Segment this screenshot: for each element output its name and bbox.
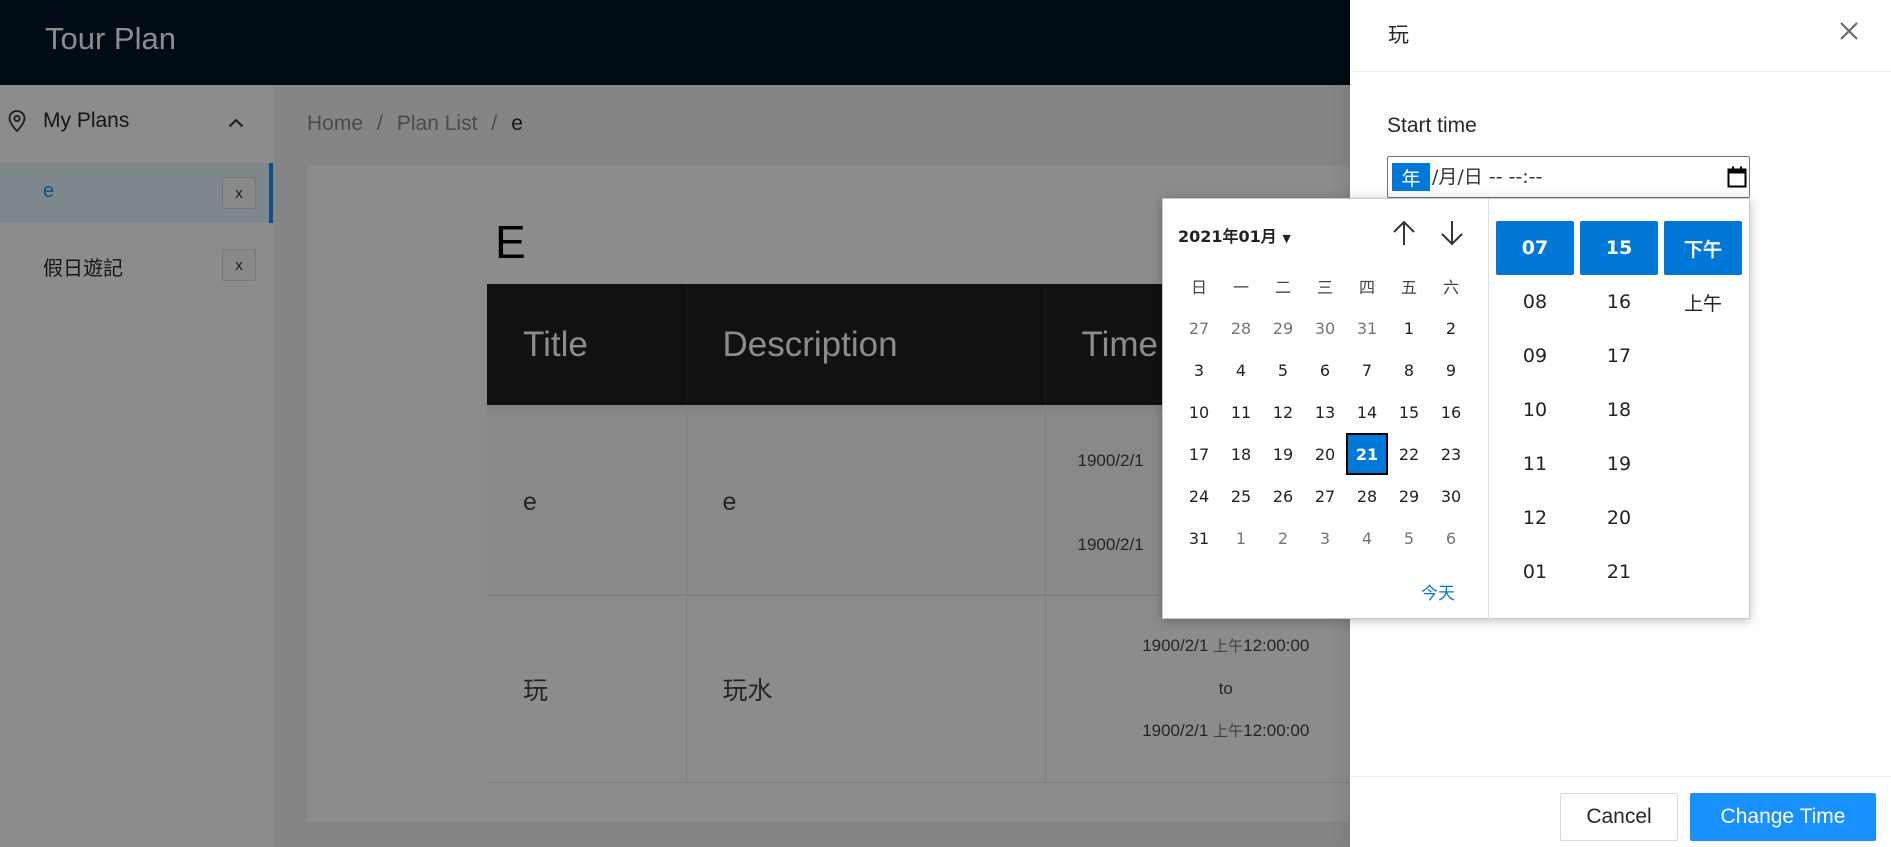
hour-option[interactable]: 12 — [1496, 491, 1574, 545]
hour-column[interactable]: 07 08 09 10 11 12 01 — [1496, 221, 1574, 599]
minute-option-selected[interactable]: 15 — [1580, 221, 1658, 275]
cancel-button[interactable]: Cancel — [1560, 793, 1678, 841]
calendar-day[interactable]: 28 — [1346, 475, 1388, 517]
calendar-day[interactable]: 24 — [1178, 475, 1220, 517]
calendar-day[interactable]: 15 — [1388, 391, 1430, 433]
year-segment[interactable]: 年 — [1392, 163, 1430, 191]
calendar-day[interactable]: 6 — [1430, 517, 1472, 559]
calendar-day[interactable]: 19 — [1262, 433, 1304, 475]
period-option[interactable]: 上午 — [1664, 275, 1742, 329]
weekday-label: 四 — [1358, 278, 1375, 297]
calendar-day[interactable]: 26 — [1262, 475, 1304, 517]
drawer-header: 玩 — [1350, 0, 1891, 72]
datetime-picker-popup: 2021年01月 ▼ 日 一 二 三 四 五 六 27 28 29 30 31 … — [1162, 198, 1750, 620]
calendar-day[interactable]: 22 — [1388, 433, 1430, 475]
calendar-icon[interactable] — [1727, 166, 1747, 193]
today-button[interactable]: 今天 — [1421, 579, 1455, 604]
minute-option[interactable]: 17 — [1580, 329, 1658, 383]
calendar-day[interactable]: 18 — [1220, 433, 1262, 475]
arrow-up-icon[interactable] — [1391, 219, 1417, 251]
weekday-label: 五 — [1400, 278, 1417, 297]
minute-option[interactable]: 19 — [1580, 437, 1658, 491]
period-option-selected[interactable]: 下午 — [1664, 221, 1742, 275]
drawer-footer: Cancel Change Time — [1350, 776, 1891, 847]
calendar-day[interactable]: 10 — [1178, 391, 1220, 433]
close-icon[interactable] — [1838, 20, 1860, 47]
weekday-label: 日 — [1190, 278, 1207, 297]
weekday-label: 一 — [1232, 278, 1249, 297]
calendar-day[interactable]: 9 — [1430, 349, 1472, 391]
calendar-day[interactable]: 23 — [1430, 433, 1472, 475]
calendar-day[interactable]: 28 — [1220, 307, 1262, 349]
calendar-day[interactable]: 30 — [1304, 307, 1346, 349]
hour-option[interactable]: 09 — [1496, 329, 1574, 383]
calendar-day[interactable]: 4 — [1220, 349, 1262, 391]
calendar-day[interactable]: 30 — [1430, 475, 1472, 517]
caret-down-icon: ▼ — [1282, 232, 1291, 245]
minute-option[interactable]: 20 — [1580, 491, 1658, 545]
month-label: 2021年01月 — [1178, 227, 1277, 246]
calendar-day[interactable]: 1 — [1220, 517, 1262, 559]
calendar-day[interactable]: 16 — [1430, 391, 1472, 433]
calendar-day[interactable]: 29 — [1262, 307, 1304, 349]
calendar-day[interactable]: 27 — [1304, 475, 1346, 517]
minute-option[interactable]: 16 — [1580, 275, 1658, 329]
calendar-day[interactable]: 5 — [1262, 349, 1304, 391]
start-time-label: Start time — [1387, 114, 1477, 137]
start-time-input[interactable]: 年 /月/日 -- --:-- — [1387, 156, 1750, 198]
hour-option[interactable]: 01 — [1496, 545, 1574, 599]
calendar-day[interactable]: 5 — [1388, 517, 1430, 559]
weekday-label: 六 — [1442, 278, 1459, 297]
calendar-day[interactable]: 12 — [1262, 391, 1304, 433]
calendar-day[interactable]: 8 — [1388, 349, 1430, 391]
change-time-button[interactable]: Change Time — [1690, 793, 1876, 841]
calendar-day[interactable]: 27 — [1178, 307, 1220, 349]
calendar-day[interactable]: 2 — [1262, 517, 1304, 559]
calendar-day[interactable]: 7 — [1346, 349, 1388, 391]
calendar-day[interactable]: 29 — [1388, 475, 1430, 517]
calendar-day[interactable]: 31 — [1178, 517, 1220, 559]
calendar-day[interactable]: 3 — [1304, 517, 1346, 559]
calendar-day[interactable]: 14 — [1346, 391, 1388, 433]
calendar-day[interactable]: 4 — [1346, 517, 1388, 559]
hour-option-selected[interactable]: 07 — [1496, 221, 1574, 275]
arrow-down-icon[interactable] — [1439, 219, 1465, 251]
calendar-day[interactable]: 20 — [1304, 433, 1346, 475]
calendar-day[interactable]: 3 — [1178, 349, 1220, 391]
drawer-title: 玩 — [1388, 24, 1409, 47]
calendar-day[interactable]: 13 — [1304, 391, 1346, 433]
minute-option[interactable]: 18 — [1580, 383, 1658, 437]
calendar-grid: 日 一 二 三 四 五 六 27 28 29 30 31 1 2 3 4 5 6… — [1178, 265, 1472, 559]
weekday-label: 二 — [1274, 278, 1291, 297]
hour-option[interactable]: 11 — [1496, 437, 1574, 491]
calendar-day[interactable]: 31 — [1346, 307, 1388, 349]
period-column[interactable]: 下午 上午 — [1664, 221, 1742, 329]
date-time-segments[interactable]: /月/日 -- --:-- — [1432, 163, 1542, 191]
calendar-day[interactable]: 11 — [1220, 391, 1262, 433]
calendar-day[interactable]: 25 — [1220, 475, 1262, 517]
calendar-day[interactable]: 2 — [1430, 307, 1472, 349]
calendar-day[interactable]: 17 — [1178, 433, 1220, 475]
minute-column[interactable]: 15 16 17 18 19 20 21 — [1580, 221, 1658, 599]
calendar-day-selected[interactable]: 21 — [1346, 433, 1388, 475]
picker-divider — [1488, 199, 1489, 620]
month-select[interactable]: 2021年01月 ▼ — [1178, 223, 1291, 247]
weekday-label: 三 — [1316, 278, 1333, 297]
minute-option[interactable]: 21 — [1580, 545, 1658, 599]
calendar-day[interactable]: 6 — [1304, 349, 1346, 391]
hour-option[interactable]: 10 — [1496, 383, 1574, 437]
calendar-day[interactable]: 1 — [1388, 307, 1430, 349]
hour-option[interactable]: 08 — [1496, 275, 1574, 329]
